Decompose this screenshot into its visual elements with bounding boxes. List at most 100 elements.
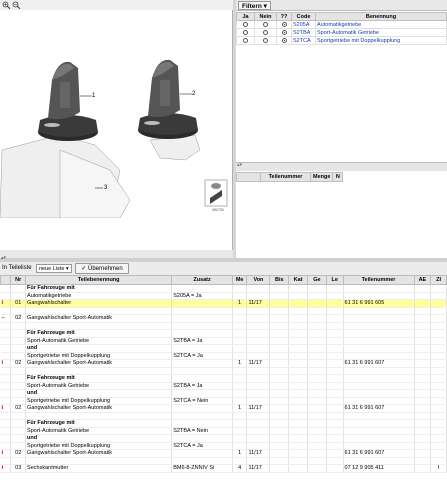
expand-arrows-icon[interactable]: ▴▾ xyxy=(1,255,6,261)
parts-col-header[interactable]: Ge xyxy=(307,275,327,285)
teileliste-select[interactable]: neue Liste ▾ xyxy=(36,264,72,273)
cell-me: 4 xyxy=(232,464,248,473)
cell-empty xyxy=(288,284,309,293)
table-row[interactable]: und xyxy=(0,434,447,443)
parts-col-header[interactable]: Teilenummer xyxy=(342,275,415,285)
uebernehmen-button[interactable]: ✓ Übernehmen xyxy=(75,263,129,274)
cell-empty xyxy=(414,337,432,345)
gear-selector-1 xyxy=(38,61,98,141)
cell-teilenummer xyxy=(343,427,415,435)
callout-2[interactable]: 2 xyxy=(192,91,195,97)
table-row[interactable]: und xyxy=(0,389,447,398)
filter-dropdown-button[interactable]: Filtern ▾ xyxy=(238,1,271,10)
table-row[interactable]: Sport-Automatik Getriebe S2TBA = Ja xyxy=(0,337,447,345)
cell-zi xyxy=(430,389,447,398)
table-row[interactable]: i 01 Gangwahlschalter 1 11/17 61 31 6 991 605 xyxy=(0,299,447,308)
table-row[interactable]: Sportgetriebe mit Doppelkupplung S2TCA = … xyxy=(0,397,447,405)
radio-ja[interactable] xyxy=(243,22,248,27)
cell-name xyxy=(25,367,173,375)
table-row[interactable]: i 02 Gangwahlschalter Sport-Automatik 1 11/1… xyxy=(0,449,447,458)
parts-col-header[interactable]: AE xyxy=(413,275,432,285)
filter-cell-unknown xyxy=(276,36,292,45)
radio-unknown[interactable] xyxy=(281,22,287,27)
parts-col-header[interactable]: Zusatz xyxy=(171,275,233,285)
table-row[interactable]: –02 Gangwahlschalter Sport-Automatik xyxy=(0,314,447,323)
radio-nein[interactable] xyxy=(263,38,268,43)
cell-zi xyxy=(430,434,447,443)
table-row[interactable] xyxy=(0,322,447,330)
zoom-out-icon[interactable] xyxy=(12,1,21,10)
radio-unknown[interactable] xyxy=(281,38,287,43)
cell-empty xyxy=(269,292,290,300)
table-row[interactable]: i 02 Gangwahlschalter Sport-Automatik 1 11/1… xyxy=(0,359,447,368)
info-icon[interactable]: i xyxy=(0,404,12,413)
info-icon[interactable]: i xyxy=(0,464,12,473)
cell-empty xyxy=(307,344,327,353)
parts-col-header[interactable]: Von xyxy=(246,275,271,285)
table-row[interactable]: Automatikgetriebe S205A = Ja xyxy=(0,292,447,300)
table-row[interactable]: Für Fahrzeuge mit xyxy=(0,419,447,428)
callout-1[interactable]: 1 xyxy=(92,93,95,99)
parts-col-header[interactable]: Kat xyxy=(288,275,309,285)
info-icon[interactable]: i xyxy=(0,359,12,368)
cell-zi xyxy=(430,292,447,300)
radio-nein[interactable] xyxy=(263,22,268,27)
parts-col-header[interactable]: Bis xyxy=(269,275,290,285)
radio-ja[interactable] xyxy=(243,30,248,35)
nut-detail-box xyxy=(204,179,228,207)
cell-name: Für Fahrzeuge mit xyxy=(25,329,173,338)
filter-col-code: Code xyxy=(291,12,316,21)
cell-empty xyxy=(288,442,309,450)
table-row[interactable]: i 02 Gangwahlschalter Sport-Automatik 1 11/1… xyxy=(0,404,447,413)
parts-col-spacer xyxy=(342,172,447,182)
cell-icon xyxy=(0,284,12,293)
table-row[interactable]: Sport-Automatik Getriebe S2TBA = Ja xyxy=(0,382,447,390)
cell-nr xyxy=(10,397,27,405)
cell-me xyxy=(232,314,248,323)
cell-teilenummer xyxy=(343,412,415,420)
filter-table: Ja Nein ?? Code Benennung S205A Automatik… xyxy=(236,12,447,45)
radio-ja[interactable] xyxy=(243,38,248,43)
filter-row[interactable]: S2TBA Sport-Automatik Getriebe xyxy=(236,28,447,37)
filter-code: S205A xyxy=(291,20,316,29)
parts-col-header[interactable]: Le xyxy=(325,275,344,285)
filter-row[interactable]: S205A Automatikgetriebe xyxy=(236,20,447,29)
table-row[interactable]: Für Fahrzeuge mit xyxy=(0,329,447,338)
table-row[interactable]: Sport-Automatik Getriebe S2TBA = Nein xyxy=(0,427,447,435)
info-icon[interactable]: i xyxy=(0,299,12,308)
cell-empty xyxy=(414,292,432,300)
filter-cell-ja xyxy=(236,28,255,37)
filter-row[interactable]: S2TCA Sportgetriebe mit Doppelkupplung xyxy=(236,36,447,45)
cell-icon xyxy=(0,442,12,450)
radio-unknown[interactable] xyxy=(281,30,287,35)
table-row[interactable]: Sportgetriebe mit Doppelkupplung S2TCA = … xyxy=(0,442,447,450)
callout-3[interactable]: 3 xyxy=(104,185,107,191)
table-row[interactable]: Für Fahrzeuge mit xyxy=(0,374,447,383)
parts-col-header[interactable]: ZI xyxy=(430,275,447,285)
table-row[interactable]: Für Fahrzeuge mit xyxy=(0,284,447,293)
right-pane-splitter[interactable]: ▴▾ xyxy=(236,162,447,171)
cell-empty xyxy=(326,359,344,368)
drawing-page-code: 491730 xyxy=(212,208,224,212)
collapse-arrows-icon[interactable]: ▴▾ xyxy=(237,162,242,168)
parts-col-header[interactable] xyxy=(0,275,12,285)
table-row[interactable] xyxy=(0,367,447,375)
zoom-in-icon[interactable] xyxy=(2,1,11,10)
cell-teilenummer: 61 31 6 991 607 xyxy=(343,359,415,368)
cell-empty xyxy=(288,389,309,398)
parts-col-header[interactable]: Teilebenennung xyxy=(25,275,173,285)
info-icon[interactable]: i xyxy=(0,449,12,458)
table-row[interactable]: Sportgetriebe mit Doppelkupplung S2TCA = … xyxy=(0,352,447,360)
cell-von: 11/17 xyxy=(246,464,271,473)
radio-nein[interactable] xyxy=(263,30,268,35)
parts-col-header[interactable]: Nr xyxy=(10,275,27,285)
cell-me xyxy=(232,344,248,353)
cell-empty xyxy=(307,307,327,315)
table-row[interactable]: i 03 Sechskantmutter BM6-8-ZNNIV Si 4 11/17 07… xyxy=(0,464,447,473)
table-row[interactable] xyxy=(0,457,447,465)
table-row[interactable]: und xyxy=(0,344,447,353)
cell-me xyxy=(232,284,248,293)
table-row[interactable] xyxy=(0,307,447,315)
table-row[interactable] xyxy=(0,412,447,420)
parts-col-header[interactable]: Me xyxy=(231,275,248,285)
